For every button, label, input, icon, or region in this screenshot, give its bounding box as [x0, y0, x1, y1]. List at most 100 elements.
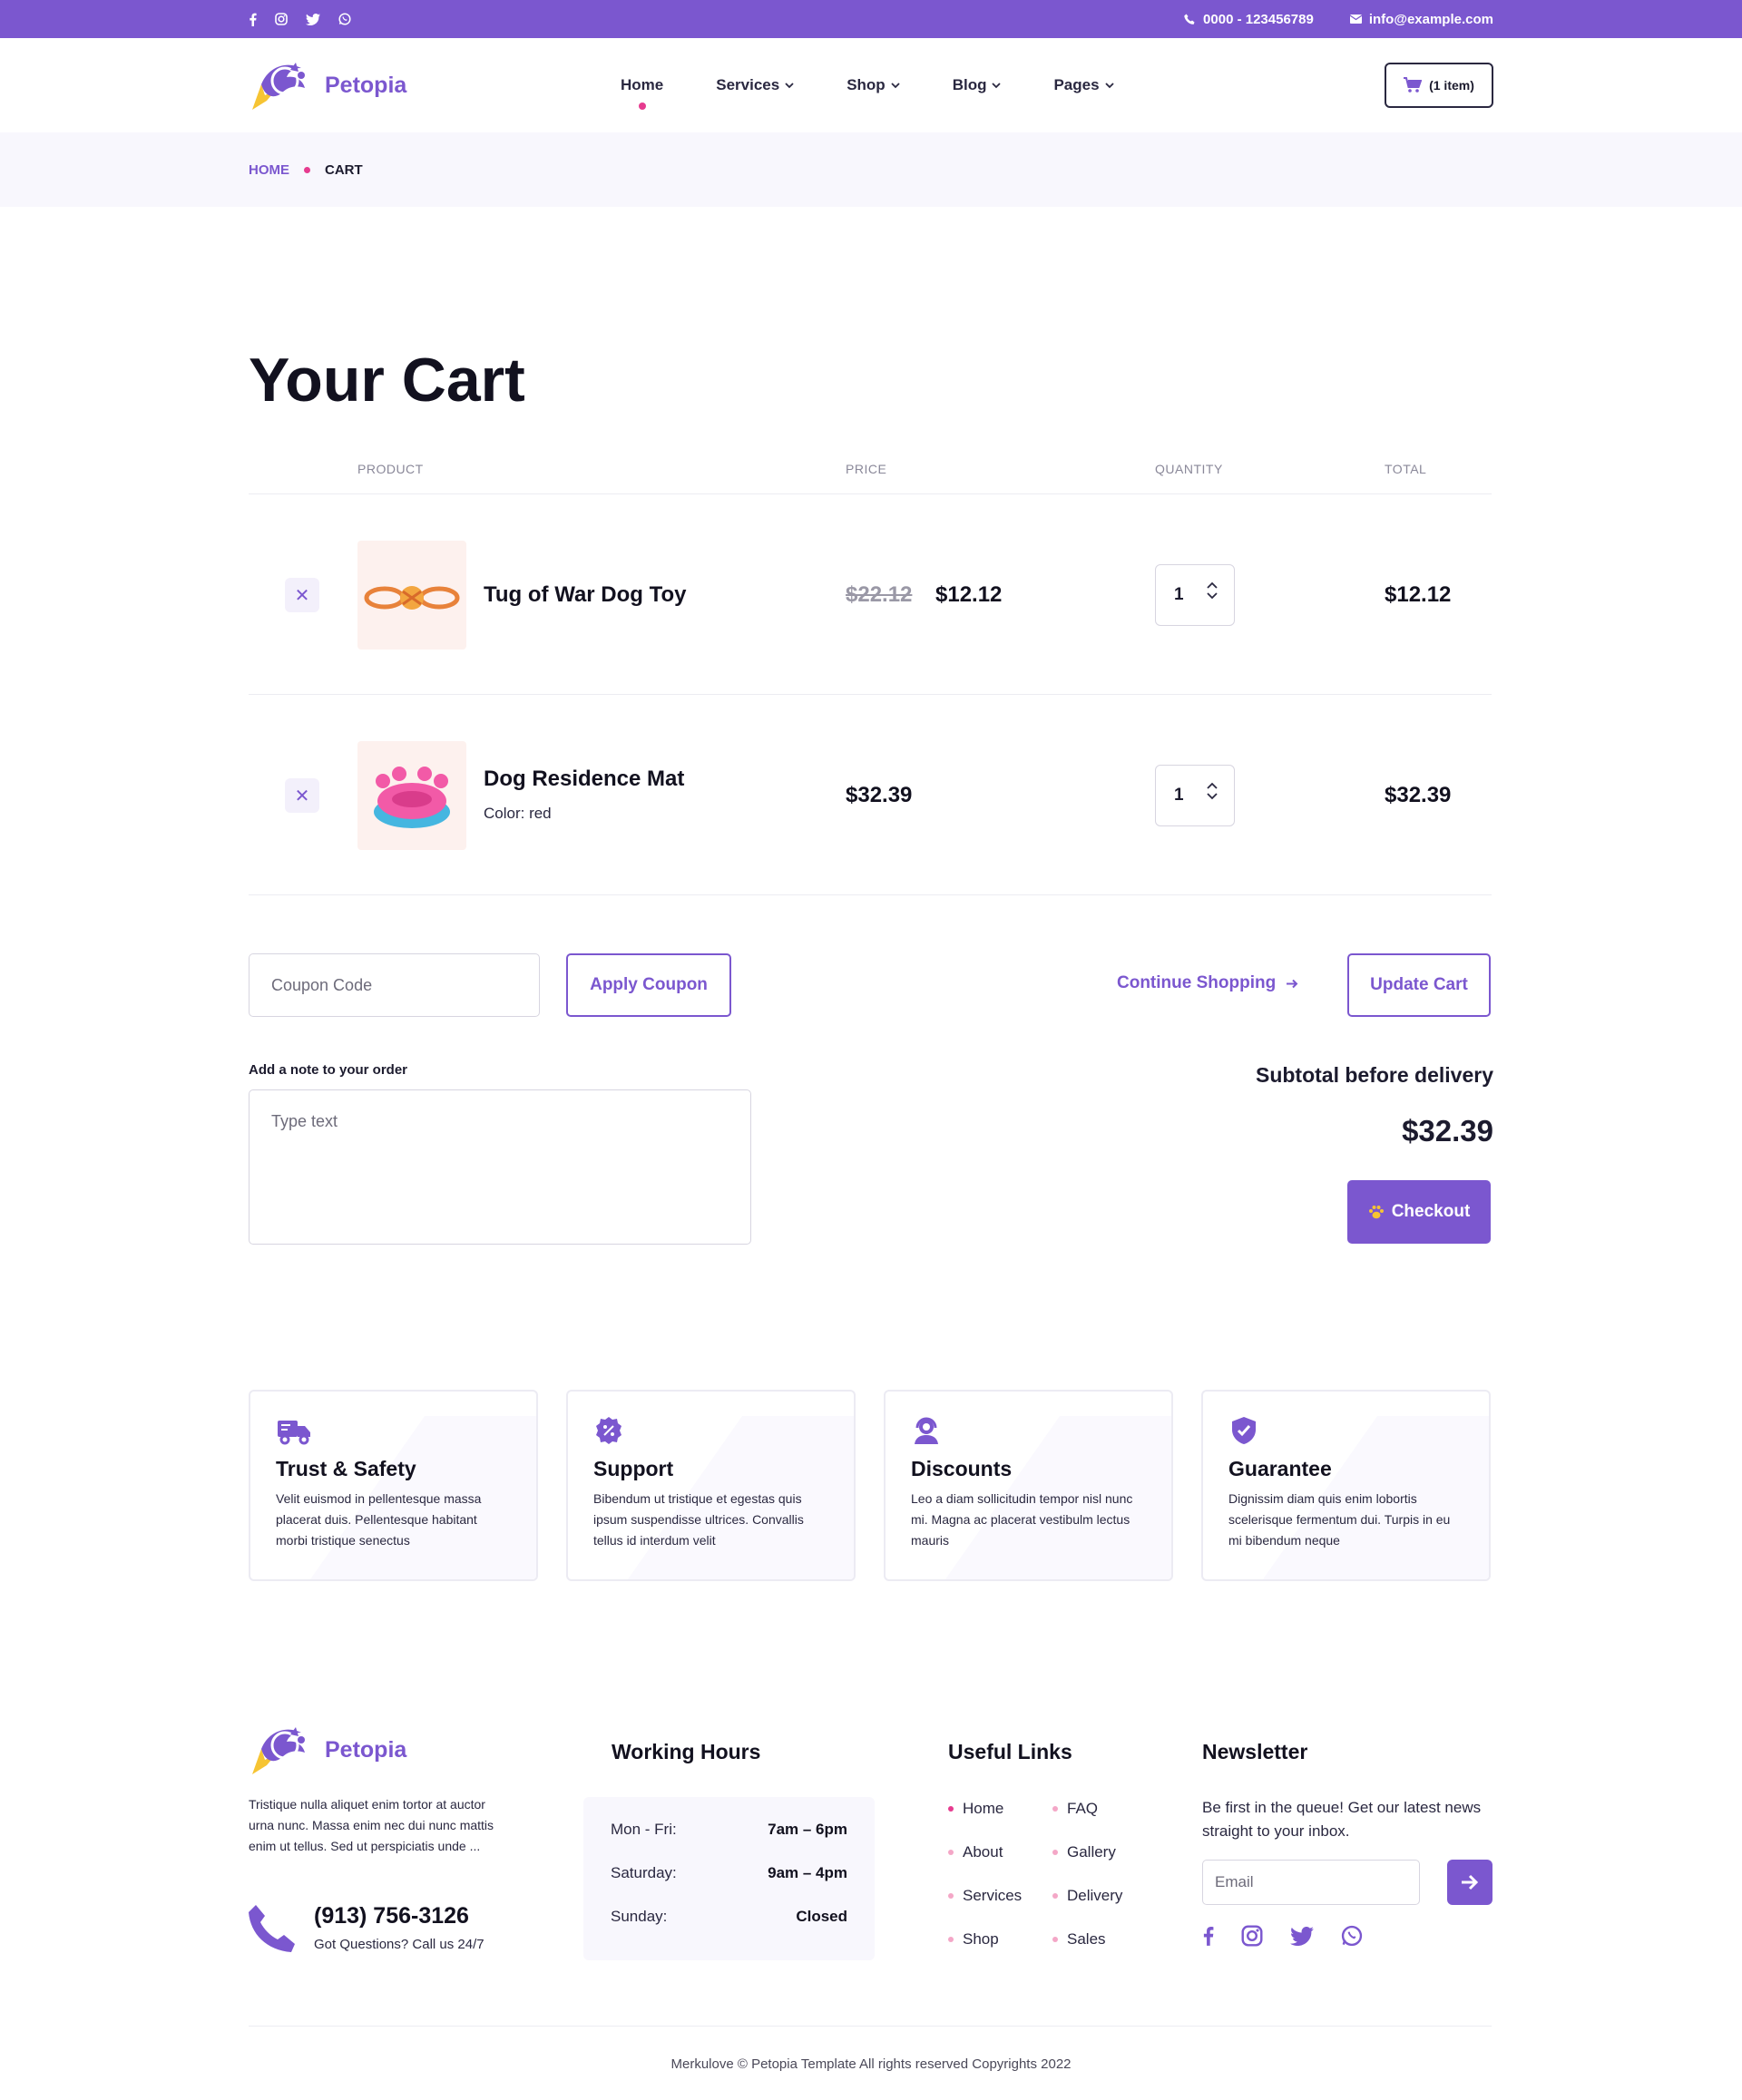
- twitter-icon[interactable]: [1290, 1926, 1314, 1946]
- bullet: [948, 1849, 954, 1855]
- link-label: Services: [963, 1886, 1023, 1904]
- link-label: FAQ: [1067, 1799, 1099, 1817]
- feature-title: Trust & Safety: [276, 1457, 416, 1480]
- cart-icon: [1404, 77, 1423, 93]
- remove-item-button[interactable]: ✕: [285, 578, 319, 612]
- product-image-dog-mat[interactable]: [357, 741, 466, 850]
- breadcrumb-separator: [304, 166, 310, 173]
- quantity-stepper[interactable]: 1: [1155, 765, 1235, 826]
- feature-text: Leo a diam sollicitudin tempor nisl nunc…: [911, 1491, 1133, 1548]
- hours-row: Saturday: 9am – 4pm: [611, 1864, 847, 1908]
- bullet: [948, 1805, 954, 1812]
- instagram-icon[interactable]: [275, 13, 288, 25]
- footer-link-home[interactable]: Home: [948, 1798, 1052, 1819]
- instagram-icon[interactable]: [1241, 1925, 1263, 1947]
- nav-blog[interactable]: Blog: [953, 72, 1002, 99]
- top-phone[interactable]: 0000 - 123456789: [1184, 12, 1314, 27]
- breadcrumb-current: CART: [325, 161, 363, 178]
- nav-blog-label: Blog: [952, 76, 987, 93]
- bullet: [1052, 1849, 1058, 1855]
- working-hours-heading: Working Hours: [612, 1740, 761, 1763]
- order-note-textarea[interactable]: Type text: [249, 1089, 751, 1245]
- footer-link-delivery[interactable]: Delivery: [1052, 1885, 1157, 1906]
- features-row: Trust & Safety Velit euismod in pellente…: [249, 1390, 1492, 1581]
- breadcrumb-home-link[interactable]: HOME: [249, 162, 289, 178]
- apply-coupon-button[interactable]: Apply Coupon: [566, 953, 731, 1017]
- product-price: $32.39: [846, 783, 913, 807]
- feature-card: Discounts Leo a diam sollicitudin tempor…: [884, 1390, 1173, 1581]
- nav-services[interactable]: Services: [716, 72, 794, 99]
- bullet: [948, 1936, 954, 1942]
- nav-home[interactable]: Home: [621, 72, 663, 99]
- feature-text: Dignissim diam quis enim lobortis sceler…: [1228, 1491, 1451, 1548]
- product-old-price: $22.12: [846, 582, 913, 607]
- footer-phone[interactable]: (913) 756-3126 Got Questions? Call us 24…: [249, 1903, 484, 1952]
- column-quantity: QUANTITY: [1155, 462, 1223, 476]
- hours-row: Mon - Fri: 7am – 6pm: [611, 1821, 847, 1864]
- truck-icon: [278, 1421, 310, 1445]
- whatsapp-icon[interactable]: [338, 13, 351, 25]
- product-image-tug-toy[interactable]: [357, 541, 466, 650]
- footer-link-about[interactable]: About: [948, 1841, 1052, 1862]
- whatsapp-icon[interactable]: [1341, 1925, 1363, 1947]
- cart-count-label: (1 item): [1429, 78, 1474, 93]
- chevron-up-icon[interactable]: [1207, 782, 1218, 789]
- copyright-text: Merkulove © Petopia Template All rights …: [670, 2056, 1072, 2072]
- footer-link-shop[interactable]: Shop: [948, 1929, 1052, 1949]
- subtotal-label: Subtotal before delivery: [1255, 1063, 1493, 1087]
- twitter-icon[interactable]: [306, 13, 320, 25]
- remove-item-button[interactable]: ✕: [285, 778, 319, 813]
- facebook-icon[interactable]: [249, 13, 257, 26]
- hours-day: Sunday:: [611, 1908, 668, 1925]
- nav-pages[interactable]: Pages: [1053, 72, 1114, 99]
- hours-day: Mon - Fri:: [611, 1821, 677, 1838]
- newsletter-submit-button[interactable]: [1447, 1860, 1492, 1905]
- continue-shopping-link[interactable]: Continue Shopping: [1117, 973, 1298, 993]
- footer-link-sales[interactable]: Sales: [1052, 1929, 1157, 1949]
- link-label: Shop: [963, 1929, 999, 1948]
- facebook-icon[interactable]: [1202, 1925, 1214, 1947]
- column-price: PRICE: [846, 462, 887, 476]
- top-email[interactable]: info@example.com: [1349, 12, 1493, 27]
- hours-time: 7am – 6pm: [768, 1821, 847, 1838]
- footer-phone-subtext: Got Questions? Call us 24/7: [314, 1937, 484, 1952]
- subtotal-value: $32.39: [1402, 1114, 1493, 1148]
- line-total: $32.39: [1385, 783, 1452, 807]
- arrow-right-icon: [1462, 1874, 1479, 1890]
- quantity-stepper[interactable]: 1: [1155, 564, 1235, 626]
- newsletter-text: Be first in the queue! Get our latest ne…: [1202, 1799, 1482, 1840]
- discount-badge-icon: [596, 1417, 621, 1444]
- bullet: [948, 1892, 954, 1899]
- feature-title: Guarantee: [1228, 1457, 1332, 1480]
- footer-link-gallery[interactable]: Gallery: [1052, 1841, 1157, 1862]
- header-cart-button[interactable]: (1 item): [1385, 63, 1493, 108]
- product-name[interactable]: Dog Residence Mat: [484, 767, 684, 792]
- footer-link-faq[interactable]: FAQ: [1052, 1798, 1157, 1819]
- checkout-button[interactable]: Checkout: [1347, 1180, 1491, 1244]
- logo-text: Petopia: [325, 72, 407, 98]
- footer-logo[interactable]: Petopia: [249, 1724, 406, 1776]
- newsletter-email-input[interactable]: Email: [1202, 1860, 1420, 1905]
- continue-shopping-label: Continue Shopping: [1117, 973, 1277, 992]
- site-logo[interactable]: Petopia: [249, 59, 621, 112]
- paw-icon: [1368, 1206, 1384, 1219]
- feature-text: Velit euismod in pellentesque massa plac…: [276, 1491, 482, 1548]
- update-cart-button[interactable]: Update Cart: [1347, 953, 1491, 1017]
- chevron-down-icon[interactable]: [1207, 793, 1218, 800]
- quantity-value: 1: [1174, 585, 1184, 604]
- top-social-links: [249, 13, 351, 26]
- feature-text: Bibendum ut tristique et egestas quis ip…: [593, 1491, 804, 1548]
- link-label: Sales: [1067, 1929, 1106, 1948]
- main-nav: Home Services Shop Blog Pages: [621, 72, 1385, 99]
- coupon-input[interactable]: Coupon Code: [249, 953, 540, 1017]
- chevron-down-icon[interactable]: [1207, 592, 1218, 600]
- product-name[interactable]: Tug of War Dog Toy: [484, 582, 687, 608]
- nav-shop[interactable]: Shop: [847, 72, 900, 99]
- hours-time: 9am – 4pm: [768, 1864, 847, 1881]
- chevron-up-icon[interactable]: [1207, 581, 1218, 589]
- newsletter-heading: Newsletter: [1202, 1740, 1308, 1763]
- bullet: [1052, 1892, 1058, 1899]
- chevron-down-icon: [1104, 82, 1114, 88]
- cart-row: ✕ Tug of War Dog Toy $22.12 $12.12 1 $12…: [249, 495, 1492, 695]
- footer-link-services[interactable]: Services: [948, 1885, 1052, 1906]
